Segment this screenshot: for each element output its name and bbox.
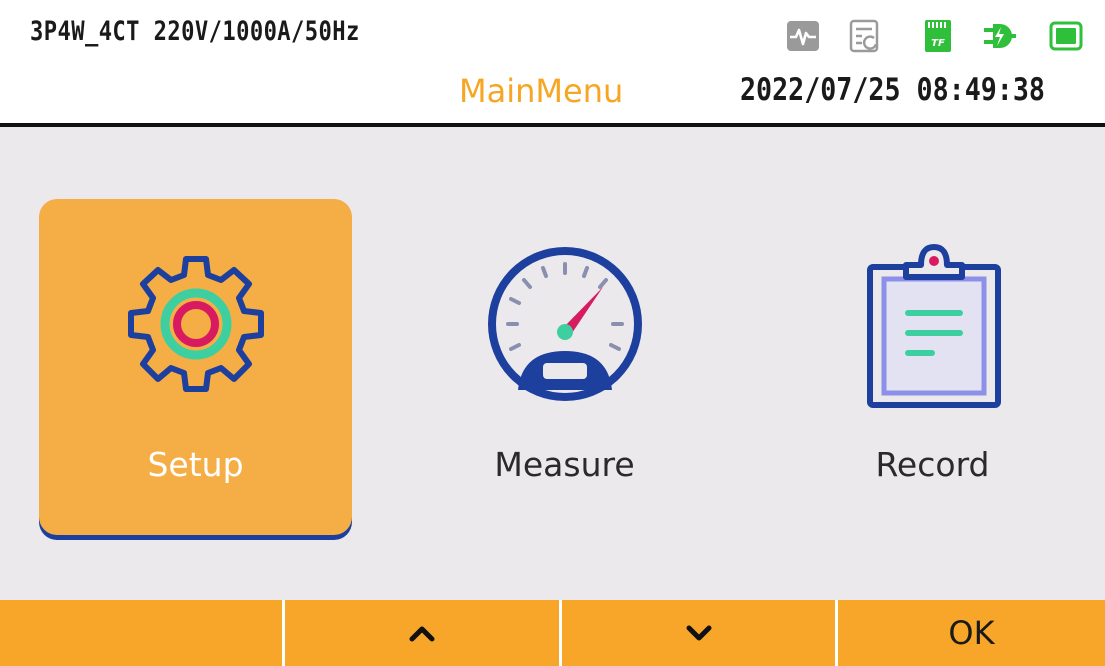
ok-button[interactable]: OK — [838, 600, 1105, 666]
clipboard-icon — [866, 244, 1001, 408]
wiring-config-label: 3P4W_4CT 220V/1000A/50Hz — [30, 16, 360, 47]
menu-item-measure[interactable]: Measure — [408, 199, 721, 535]
gear-icon — [127, 256, 264, 392]
clock-datetime: 2022/07/25 08:49:38 — [740, 72, 1045, 108]
svg-text:TF: TF — [931, 38, 945, 49]
menu-label-setup: Setup — [147, 445, 244, 484]
menu-label-measure: Measure — [494, 445, 635, 484]
softkey-bar: OK — [0, 600, 1105, 666]
chevron-down-icon — [686, 625, 711, 641]
status-header: 3P4W_4CT 220V/1000A/50Hz TF MainMenu 202… — [0, 0, 1105, 123]
report-icon — [848, 18, 882, 54]
softkey-down[interactable] — [562, 600, 835, 666]
chevron-up-icon — [409, 626, 435, 642]
battery-icon — [1049, 18, 1083, 54]
ok-button-label: OK — [948, 614, 995, 652]
softkey-up[interactable] — [285, 600, 559, 666]
waveform-icon — [786, 18, 820, 54]
softkey-1[interactable] — [0, 600, 282, 666]
menu-item-record[interactable]: Record — [776, 199, 1089, 535]
gauge-icon — [487, 247, 642, 401]
power-plug-icon — [982, 18, 1016, 54]
sd-card-icon: TF — [921, 18, 955, 54]
menu-item-setup[interactable]: Setup — [39, 199, 352, 535]
main-menu: Setup Measure Record — [0, 127, 1105, 600]
menu-label-record: Record — [875, 445, 990, 484]
screen-title: MainMenu — [459, 72, 624, 110]
